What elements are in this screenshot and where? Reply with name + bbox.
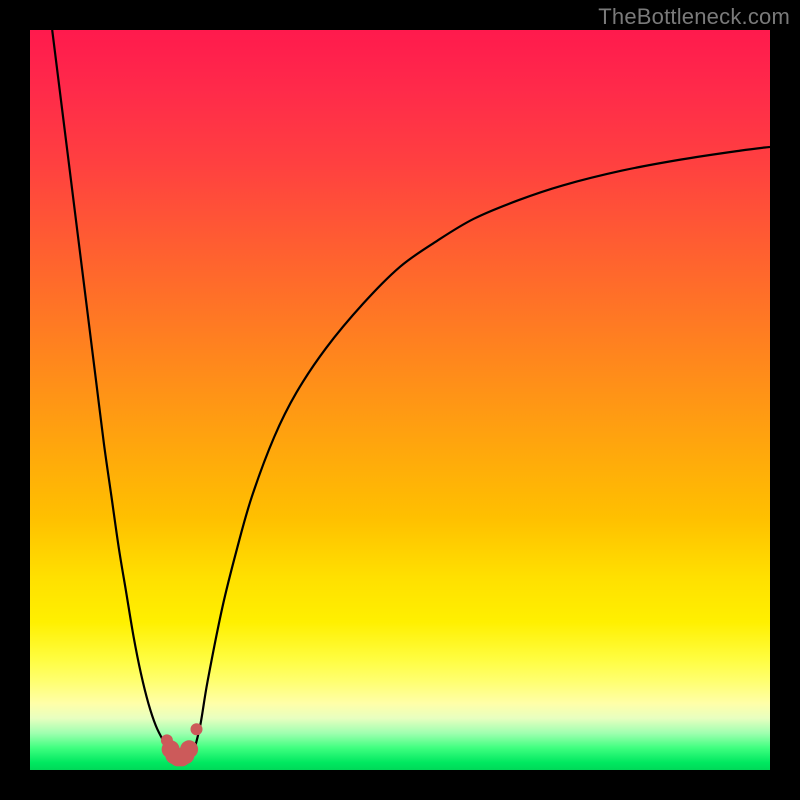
left-branch-curve [52,30,178,755]
valley-marker-dot [191,723,203,735]
valley-marker-dot [180,740,198,758]
curve-layer [30,30,770,770]
watermark-text: TheBottleneck.com [598,4,790,30]
right-branch-curve [193,147,770,755]
valley-marker-group [161,723,203,766]
chart-frame: TheBottleneck.com [0,0,800,800]
plot-area [30,30,770,770]
